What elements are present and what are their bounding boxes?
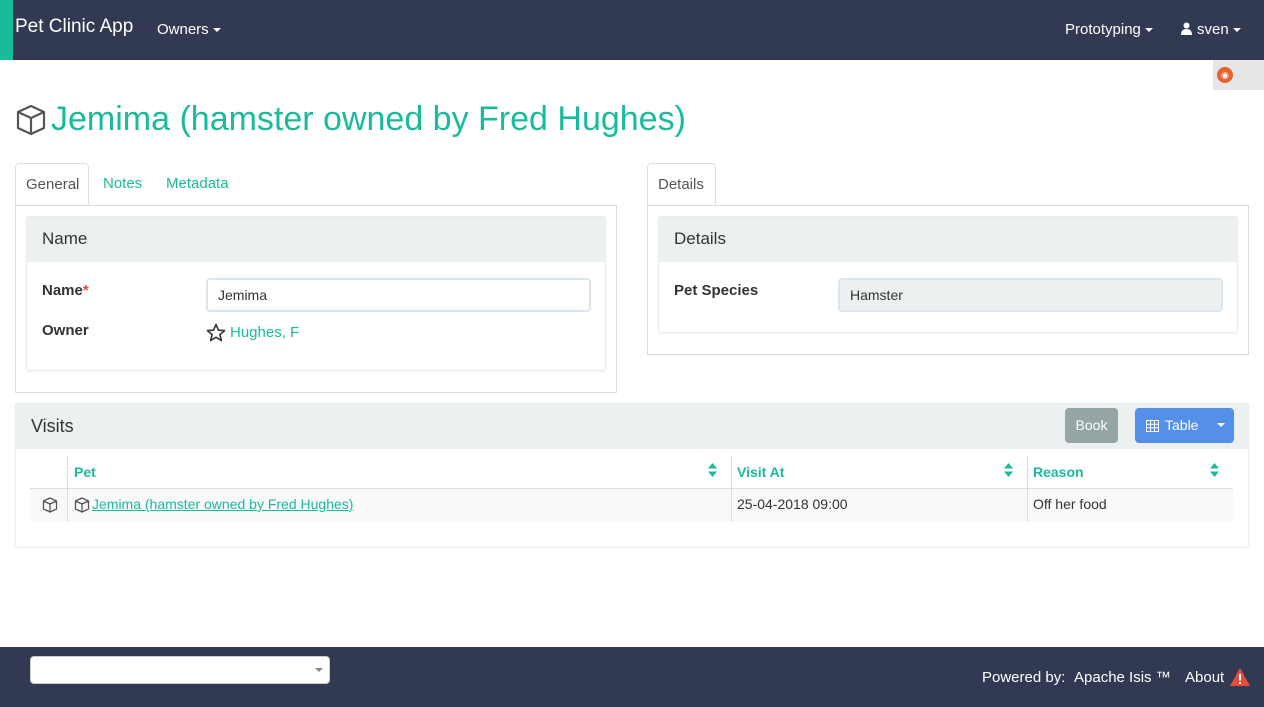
chevron-down-icon (1232, 28, 1241, 33)
warning-icon[interactable] (1229, 667, 1251, 687)
user-menu-label: sven (1197, 21, 1229, 38)
visit-pet-cell: Jemima (hamster owned by Fred Hughes) (92, 496, 353, 512)
details-panel-heading: Details (659, 217, 1237, 262)
tab-metadata[interactable]: Metadata (156, 163, 239, 206)
details-panel: Details Pet Species (658, 216, 1238, 333)
visit-at-cell: 25-04-2018 09:00 (737, 496, 848, 512)
navbar-accent (0, 0, 13, 60)
table-view-label: Table (1165, 417, 1199, 433)
column-divider (1027, 456, 1028, 522)
pet-species-field (838, 278, 1223, 312)
cube-icon (16, 104, 46, 136)
cube-icon (74, 497, 90, 513)
sort-icon[interactable] (1004, 463, 1013, 477)
view-dropdown-toggle[interactable] (1207, 408, 1234, 443)
owner-label: Owner (42, 322, 89, 339)
left-tab-bar: General Notes Metadata (15, 163, 617, 206)
debug-icon[interactable]: ◉ (1217, 67, 1233, 83)
top-navbar: Pet Clinic App Owners Prototyping sven (0, 0, 1264, 60)
table-grid-icon (1146, 420, 1159, 432)
tab-notes[interactable]: Notes (93, 163, 152, 206)
debug-bar[interactable]: ◉ (1213, 60, 1264, 90)
column-divider (731, 456, 732, 522)
sort-icon[interactable] (1210, 463, 1219, 477)
sort-icon[interactable] (708, 463, 717, 477)
chevron-down-icon (1216, 422, 1225, 427)
owners-menu[interactable]: Owners (157, 21, 221, 38)
apache-isis-link[interactable]: Apache Isis ™ (1074, 669, 1171, 686)
name-panel-heading: Name (27, 217, 605, 262)
visits-heading-bar: Visits Book Table (16, 404, 1248, 449)
footer: Powered by: Apache Isis ™ About (0, 647, 1264, 707)
tab-general[interactable]: General (15, 163, 89, 206)
column-divider (67, 456, 68, 522)
name-label-text: Name (42, 282, 83, 299)
details-tab-pane: Details Pet Species (647, 205, 1249, 355)
app-brand[interactable]: Pet Clinic App (15, 16, 133, 38)
star-outline-icon[interactable] (206, 323, 226, 343)
prototyping-menu[interactable]: Prototyping (1065, 21, 1153, 38)
user-icon (1181, 22, 1192, 35)
column-header-visit-at[interactable]: Visit At (737, 464, 784, 480)
general-tab-pane: Name Name* Owner Hughes, F (15, 205, 617, 393)
about-link[interactable]: About (1185, 669, 1224, 686)
page-title: Jemima (hamster owned by Fred Hughes) (51, 100, 686, 138)
chevron-down-icon (315, 668, 323, 672)
owners-menu-label: Owners (157, 21, 209, 38)
cube-icon[interactable] (42, 497, 58, 513)
column-header-pet[interactable]: Pet (74, 464, 96, 480)
name-label: Name* (42, 282, 89, 299)
right-tab-bar: Details (647, 163, 1249, 206)
theme-select[interactable] (30, 656, 330, 684)
prototyping-menu-label: Prototyping (1065, 21, 1141, 38)
visit-reason-cell: Off her food (1033, 496, 1107, 512)
visits-title: Visits (31, 416, 74, 436)
user-menu[interactable]: sven (1181, 21, 1241, 38)
chevron-down-icon (1144, 28, 1153, 33)
column-header-reason[interactable]: Reason (1033, 464, 1084, 480)
powered-by-label: Powered by: (982, 669, 1066, 686)
chevron-down-icon (212, 28, 221, 33)
table-view-button[interactable]: Table (1135, 408, 1207, 443)
visit-pet-link[interactable]: Jemima (hamster owned by Fred Hughes) (92, 496, 353, 512)
owner-link[interactable]: Hughes, F (230, 324, 299, 341)
visits-collection: Visits Book Table Pet Visit At Reason Je… (15, 403, 1249, 548)
name-input[interactable] (206, 278, 591, 312)
tab-details[interactable]: Details (647, 163, 716, 206)
book-button[interactable]: Book (1065, 408, 1118, 443)
pet-species-label: Pet Species (674, 282, 759, 299)
required-marker: * (82, 282, 89, 299)
name-panel: Name Name* Owner Hughes, F (26, 216, 606, 371)
